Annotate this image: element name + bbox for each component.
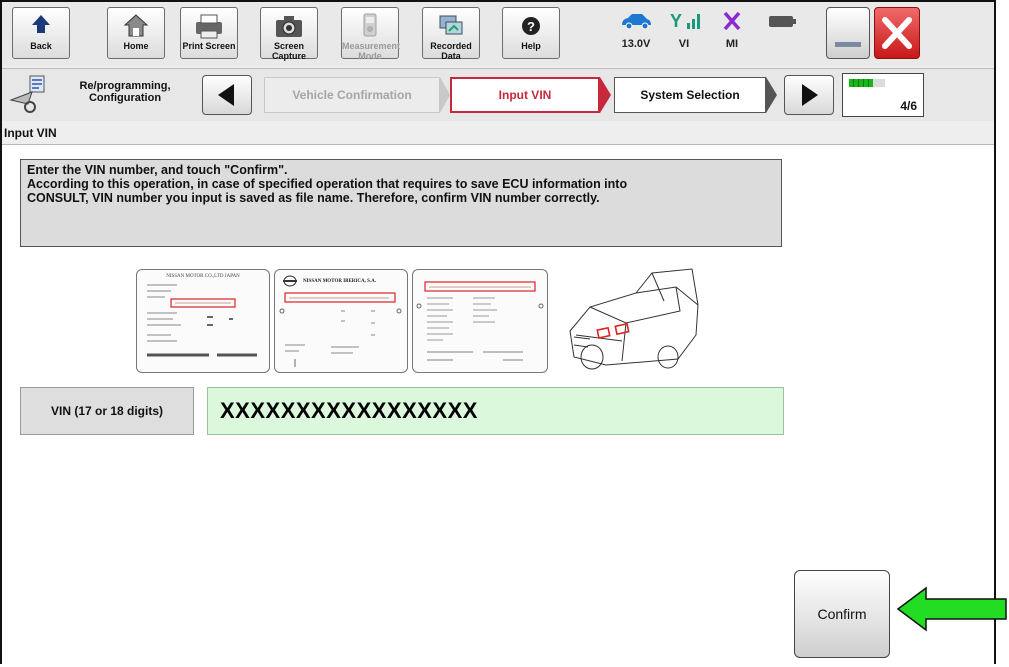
step-input-vin: Input VIN — [450, 77, 600, 113]
plate-header-row: NISSAN MOTOR IBERICA, S.A. — [283, 275, 407, 287]
vin-plate-illustration-1: NISSAN MOTOR CO.,LTD JAPAN — [136, 269, 270, 373]
app-window: Back Home Print Screen Screen Capture Me… — [0, 0, 996, 667]
navigation-bar: Re/programming, Configuration Vehicle Co… — [2, 68, 994, 121]
voltage-text: 13.0V — [621, 38, 651, 50]
mode-label: Re/programming, Configuration — [79, 80, 171, 104]
minimize-button[interactable] — [826, 7, 870, 59]
vin-entry-row: VIN (17 or 18 digits) XXXXXXXXXXXXXXXXX — [20, 387, 784, 435]
close-icon — [882, 17, 912, 49]
vin-input[interactable]: XXXXXXXXXXXXXXXXX — [207, 387, 784, 435]
help-label: Help — [521, 41, 541, 51]
disconnected-x-icon — [723, 11, 741, 31]
home-icon — [108, 11, 164, 41]
vin-plate-illustration-3 — [412, 269, 548, 373]
instruction-line: Enter the VIN number, and touch "Confirm… — [27, 163, 288, 177]
screen-capture-label: Screen Capture — [271, 41, 306, 61]
previous-step-button[interactable] — [202, 75, 252, 115]
step-progress: 4/6 — [842, 73, 924, 117]
recorded-data-label: Recorded Data — [430, 41, 472, 61]
help-button[interactable]: ? Help — [502, 7, 560, 59]
help-icon: ? — [503, 11, 559, 41]
mi-status-indicator: MI — [712, 10, 752, 50]
step-vehicle-confirmation: Vehicle Confirmation — [264, 77, 440, 113]
back-arrow-icon — [13, 11, 69, 41]
svg-text:Y: Y — [670, 11, 682, 31]
battery-indicator — [762, 10, 802, 37]
instruction-box: Enter the VIN number, and touch "Confirm… — [20, 159, 782, 247]
svg-text:?: ? — [527, 19, 535, 34]
car-vin-location-illustration — [569, 268, 699, 370]
minimize-icon — [835, 42, 861, 47]
confirm-button[interactable]: Confirm — [794, 570, 890, 658]
right-triangle-icon — [802, 84, 818, 106]
plate-header: NISSAN MOTOR IBERICA, S.A. — [303, 278, 376, 284]
step-label: System Selection — [640, 88, 740, 102]
back-label: Back — [30, 41, 52, 51]
recorded-data-icon — [423, 11, 479, 41]
main-content: Enter the VIN number, and touch "Confirm… — [2, 144, 994, 667]
step-chevron — [766, 77, 777, 113]
instruction-line: CONSULT, VIN number you input is saved a… — [27, 191, 600, 205]
reprogramming-icon — [9, 75, 45, 113]
plate-graphic-3 — [416, 281, 544, 361]
home-button[interactable]: Home — [107, 7, 165, 59]
close-button[interactable] — [874, 7, 920, 59]
home-label: Home — [123, 41, 149, 51]
next-step-button[interactable] — [784, 75, 834, 115]
signal-icon: Y — [670, 11, 700, 31]
vi-status-indicator: Y VI — [664, 10, 704, 50]
print-screen-button[interactable]: Print Screen — [180, 7, 238, 59]
measurement-mode-label: Measurement Mode — [342, 41, 401, 61]
camera-icon — [261, 11, 317, 41]
battery-icon — [769, 16, 796, 27]
printer-icon — [181, 11, 237, 41]
back-button[interactable]: Back — [12, 7, 70, 59]
step-chevron — [440, 77, 450, 113]
mi-label: MI — [725, 38, 739, 50]
toolbar: Back Home Print Screen Screen Capture Me… — [2, 2, 994, 66]
step-system-selection: System Selection — [614, 77, 766, 113]
vin-label: VIN (17 or 18 digits) — [20, 387, 194, 435]
green-pointer-arrow — [896, 586, 1007, 632]
step-label: Vehicle Confirmation — [292, 88, 412, 102]
step-chevron-active — [600, 77, 611, 113]
screen-capture-button[interactable]: Screen Capture — [260, 7, 318, 61]
measurement-mode-button[interactable]: Measurement Mode — [341, 7, 401, 61]
left-triangle-icon — [218, 84, 234, 106]
battery-voltage-indicator: 13.0V — [616, 10, 656, 50]
instruction-line: According to this operation, in case of … — [27, 177, 628, 191]
vin-plate-illustration-2: NISSAN MOTOR IBERICA, S.A. — [274, 269, 408, 373]
plate-graphic-1 — [147, 284, 257, 357]
progress-bar — [849, 79, 885, 87]
progress-text: 4/6 — [900, 99, 917, 113]
meter-icon — [342, 11, 398, 41]
progress-bar-fill — [849, 79, 873, 87]
recorded-data-button[interactable]: Recorded Data — [422, 7, 480, 61]
vi-label: VI — [678, 38, 690, 50]
step-label: Input VIN — [498, 88, 552, 102]
car-icon — [622, 14, 651, 30]
print-screen-label: Print Screen — [182, 41, 236, 51]
nissan-logo-icon — [283, 275, 297, 287]
plate-graphic-2 — [279, 292, 402, 367]
screen-title: Input VIN — [4, 126, 57, 140]
